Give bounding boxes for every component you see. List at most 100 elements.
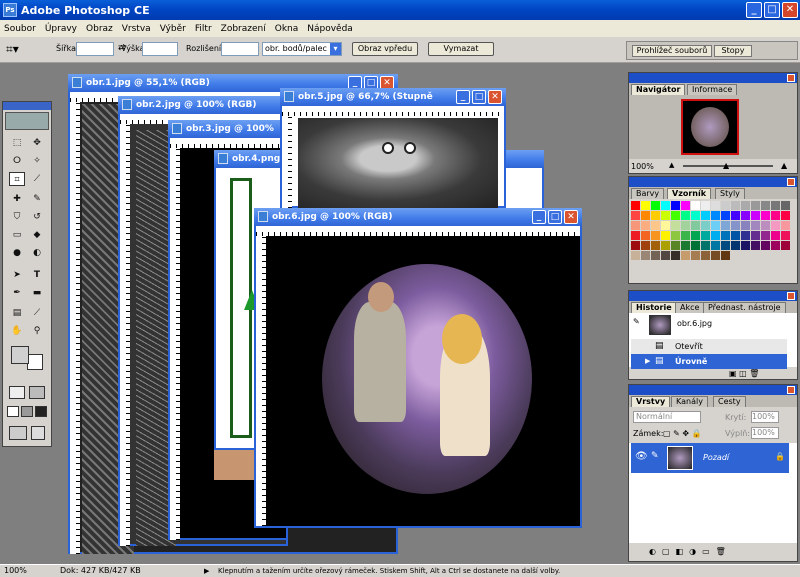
height-field[interactable] <box>142 42 178 56</box>
color-swatch[interactable] <box>751 201 760 210</box>
tab-actions[interactable]: Akce <box>675 302 705 313</box>
color-swatch[interactable] <box>691 251 700 260</box>
quick-mask-mode-icon[interactable] <box>29 386 45 399</box>
color-swatch[interactable] <box>641 231 650 240</box>
color-swatch[interactable] <box>731 241 740 250</box>
menu-obraz[interactable]: Obraz <box>86 24 113 34</box>
color-swatch[interactable] <box>721 221 730 230</box>
color-swatch[interactable] <box>781 221 790 230</box>
color-swatch[interactable] <box>701 211 710 220</box>
history-brush-icon[interactable]: ✎ <box>633 317 640 326</box>
color-swatch[interactable] <box>761 221 770 230</box>
history-item-open[interactable]: ▤ Otevřít <box>631 339 787 354</box>
color-swatch[interactable] <box>781 241 790 250</box>
color-swatch[interactable] <box>651 251 660 260</box>
color-swatch[interactable] <box>721 201 730 210</box>
color-swatch[interactable] <box>691 201 700 210</box>
lock-icons[interactable]: ▢ ✎ ✥ 🔒 <box>663 429 702 438</box>
color-swatch[interactable] <box>691 211 700 220</box>
resolution-field[interactable] <box>221 42 259 56</box>
status-zoom[interactable]: 100% <box>4 565 27 577</box>
background-color-swatch[interactable] <box>27 354 43 370</box>
color-swatch[interactable] <box>681 241 690 250</box>
color-swatch[interactable] <box>661 241 670 250</box>
clear-button[interactable]: Vymazat <box>428 42 494 56</box>
color-swatch[interactable] <box>751 211 760 220</box>
menu-napoveda[interactable]: Nápověda <box>307 24 353 34</box>
tab-paths[interactable]: Cesty <box>713 396 746 407</box>
minimize-button[interactable]: _ <box>456 90 470 104</box>
navigator-preview[interactable] <box>629 95 797 159</box>
screen-mode-standard-icon[interactable] <box>7 406 19 417</box>
history-item-levels[interactable]: ▶ ▤ Úrovně <box>631 354 787 369</box>
color-swatch[interactable] <box>661 211 670 220</box>
pen-tool-icon[interactable]: ✒ <box>9 286 25 300</box>
close-button[interactable]: ✕ <box>564 210 578 224</box>
color-swatch[interactable] <box>711 211 720 220</box>
tab-layers[interactable]: Vrstvy <box>631 396 671 407</box>
adobe-online-icon[interactable] <box>5 112 49 130</box>
color-swatch[interactable] <box>671 211 680 220</box>
image-canvas[interactable] <box>270 240 578 522</box>
color-swatch[interactable] <box>631 211 640 220</box>
color-swatch[interactable] <box>701 221 710 230</box>
zoom-in-icon[interactable]: ▲ <box>781 161 787 170</box>
color-swatch[interactable] <box>681 211 690 220</box>
play-arrow-icon[interactable]: ▶ <box>204 565 209 577</box>
color-swatch[interactable] <box>751 231 760 240</box>
color-swatch[interactable] <box>761 211 770 220</box>
move-tool-icon[interactable]: ✥ <box>29 136 45 150</box>
color-swatch[interactable] <box>701 251 710 260</box>
snapshot-name[interactable]: obr.6.jpg <box>677 319 712 328</box>
color-swatch[interactable] <box>691 231 700 240</box>
resolution-unit-select[interactable]: obr. bodů/palec ▾ <box>262 42 342 56</box>
color-swatch[interactable] <box>711 231 720 240</box>
color-swatch[interactable] <box>751 221 760 230</box>
maximize-button[interactable]: □ <box>472 90 486 104</box>
menu-vrstva[interactable]: Vrstva <box>122 24 151 34</box>
color-swatch[interactable] <box>711 251 720 260</box>
close-icon[interactable] <box>787 74 795 82</box>
color-swatch[interactable] <box>701 231 710 240</box>
color-swatch[interactable] <box>741 211 750 220</box>
notes-tool-icon[interactable]: ▤ <box>9 306 25 320</box>
opacity-field[interactable]: 100% <box>751 411 779 423</box>
brush-link-icon[interactable]: ✎ <box>651 451 659 461</box>
zoom-out-icon[interactable]: ▲ <box>669 161 677 169</box>
zoom-tool-icon[interactable]: ⚲ <box>29 324 45 338</box>
tab-info[interactable]: Informace <box>687 84 738 95</box>
close-icon[interactable] <box>787 386 795 394</box>
imageready-icon[interactable] <box>31 426 45 440</box>
color-swatch[interactable] <box>761 201 770 210</box>
tab-tool-presets[interactable]: Přednast. nástroje <box>703 302 786 313</box>
fill-field[interactable]: 100% <box>751 427 779 439</box>
color-swatch[interactable] <box>651 231 660 240</box>
color-swatch[interactable] <box>641 201 650 210</box>
color-swatch[interactable] <box>641 221 650 230</box>
close-button[interactable]: ✕ <box>782 2 798 18</box>
layer-row-background[interactable]: 👁 ✎ Pozadí 🔒 <box>631 443 789 473</box>
color-swatch[interactable] <box>751 241 760 250</box>
tab-channels[interactable]: Kanály <box>671 396 708 407</box>
menu-filtr[interactable]: Filtr <box>195 24 212 34</box>
dodge-tool-icon[interactable]: ◐ <box>29 246 45 260</box>
screen-mode-full-menu-icon[interactable] <box>21 406 33 417</box>
color-swatch[interactable] <box>701 241 710 250</box>
snapshot-thumbnail[interactable] <box>649 315 671 335</box>
menu-zobrazeni[interactable]: Zobrazení <box>221 24 266 34</box>
color-swatch[interactable] <box>651 201 660 210</box>
color-swatch[interactable] <box>771 201 780 210</box>
magic-wand-tool-icon[interactable]: ✧ <box>29 154 45 168</box>
color-swatch[interactable] <box>711 241 720 250</box>
color-swatch[interactable] <box>681 221 690 230</box>
paint-bucket-tool-icon[interactable]: ◆ <box>29 228 45 242</box>
close-icon[interactable] <box>787 178 795 186</box>
menu-okna[interactable]: Okna <box>275 24 299 34</box>
tab-history[interactable]: Historie <box>631 302 677 313</box>
color-swatch[interactable] <box>641 251 650 260</box>
foreground-color-swatch[interactable] <box>11 346 29 364</box>
color-swatch[interactable] <box>721 251 730 260</box>
color-swatch[interactable] <box>701 201 710 210</box>
color-swatch[interactable] <box>771 221 780 230</box>
path-selection-tool-icon[interactable]: ➤ <box>9 268 25 282</box>
